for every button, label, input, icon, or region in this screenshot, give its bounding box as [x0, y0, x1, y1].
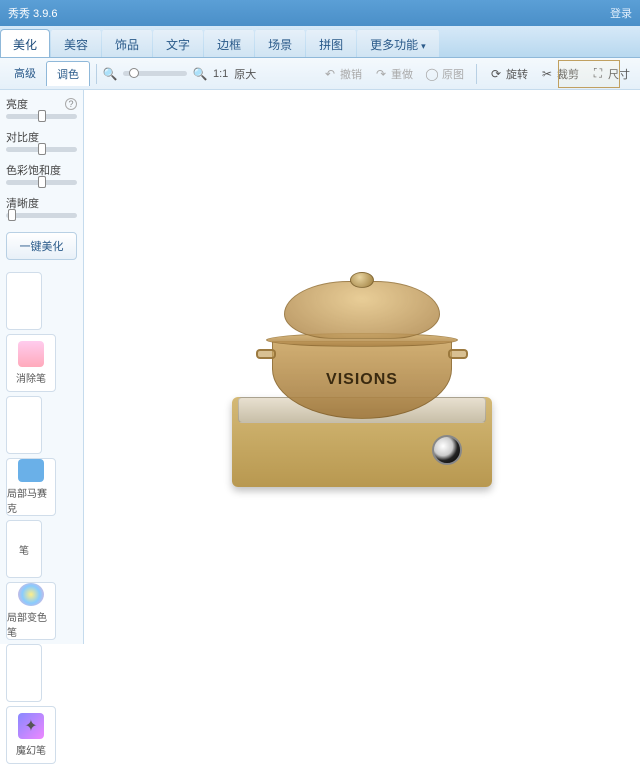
tab-ornaments[interactable]: 饰品 [102, 29, 152, 57]
redo-button[interactable]: ↷重做 [368, 63, 419, 85]
tab-text[interactable]: 文字 [153, 29, 203, 57]
product-image: VISIONS [222, 237, 502, 497]
magic-icon: ✦ [18, 713, 44, 739]
tool-magic[interactable]: ✦ 魔幻笔 [6, 706, 56, 764]
tool-recolor[interactable]: 局部变色笔 [6, 582, 56, 640]
brand-label: VISIONS [326, 371, 398, 389]
tab-collage[interactable]: 拼图 [306, 29, 356, 57]
slider-sharpness: 清晰度 [6, 195, 77, 218]
toolbar: 高级 调色 🔍 🔍 1:1 原大 ↶撤销 ↷重做 ◯原图 ⟳旋转 ✂裁剪 ⛶尺寸 [0, 58, 640, 90]
tab-more[interactable]: 更多功能 [357, 29, 439, 57]
tab-frame[interactable]: 边框 [204, 29, 254, 57]
tool-eraser[interactable]: 消除笔 [6, 334, 56, 392]
subtab-color[interactable]: 调色 [46, 61, 90, 86]
separator [476, 64, 477, 84]
zoom-original[interactable]: 原大 [234, 66, 256, 82]
workspace: 亮度? 对比度 色彩饱和度 清晰度 一键美化 消除笔 局部马赛克 [0, 90, 640, 644]
original-button[interactable]: ◯原图 [419, 63, 470, 85]
subtab-advanced[interactable]: 高级 [4, 61, 46, 86]
separator [96, 64, 97, 84]
saturation-slider[interactable] [6, 180, 77, 185]
zoom-in-icon[interactable]: 🔍 [193, 67, 207, 81]
rotate-icon: ⟳ [489, 67, 503, 81]
tool-blank-1[interactable] [6, 272, 42, 330]
tool-grid: 消除笔 局部马赛克 笔 局部变色笔 ✦ 魔幻笔 [6, 272, 77, 764]
pot-handle-left [256, 349, 276, 359]
cooktop-knob [432, 435, 462, 465]
slider-saturation: 色彩饱和度 [6, 162, 77, 185]
tab-scene[interactable]: 场景 [255, 29, 305, 57]
scissors-icon: ✂ [540, 67, 554, 81]
tab-beautify[interactable]: 美化 [0, 29, 50, 57]
original-icon: ◯ [425, 67, 439, 81]
app-title: 秀秀 3.9.6 [8, 5, 58, 21]
size-icon: ⛶ [591, 67, 605, 81]
tool-partial[interactable]: 笔 [6, 520, 42, 578]
tool-mosaic[interactable]: 局部马赛克 [6, 458, 56, 516]
rotate-button[interactable]: ⟳旋转 [483, 63, 534, 85]
slider-contrast: 对比度 [6, 129, 77, 152]
sidebar: 亮度? 对比度 色彩饱和度 清晰度 一键美化 消除笔 局部马赛克 [0, 90, 84, 644]
zoom-slider[interactable] [123, 71, 187, 76]
undo-icon: ↶ [323, 67, 337, 81]
title-bar: 秀秀 3.9.6 登录 [0, 0, 640, 26]
crop-button[interactable]: ✂裁剪 [534, 63, 585, 85]
pot: VISIONS [262, 309, 462, 419]
mosaic-icon [18, 459, 44, 482]
one-click-beautify-button[interactable]: 一键美化 [6, 232, 77, 260]
contrast-slider[interactable] [6, 147, 77, 152]
size-button[interactable]: ⛶尺寸 [585, 63, 636, 85]
sharpness-slider[interactable] [6, 213, 77, 218]
help-icon[interactable]: ? [65, 98, 77, 110]
pot-lid [284, 281, 440, 339]
redo-icon: ↷ [374, 67, 388, 81]
login-link[interactable]: 登录 [610, 5, 632, 21]
recolor-icon [18, 583, 44, 606]
slider-brightness: 亮度? [6, 96, 77, 119]
main-tab-bar: 美化 美容 饰品 文字 边框 场景 拼图 更多功能 [0, 26, 640, 58]
undo-button[interactable]: ↶撤销 [317, 63, 368, 85]
tab-portrait[interactable]: 美容 [51, 29, 101, 57]
tool-blank-3[interactable] [6, 644, 42, 702]
tool-blank-2[interactable] [6, 396, 42, 454]
pot-body: VISIONS [272, 341, 452, 419]
eraser-icon [18, 341, 44, 367]
pot-handle-right [448, 349, 468, 359]
zoom-out-icon[interactable]: 🔍 [103, 67, 117, 81]
lid-knob [350, 272, 374, 288]
canvas-area[interactable]: VISIONS [84, 90, 640, 644]
brightness-slider[interactable] [6, 114, 77, 119]
zoom-ratio[interactable]: 1:1 [213, 68, 228, 80]
